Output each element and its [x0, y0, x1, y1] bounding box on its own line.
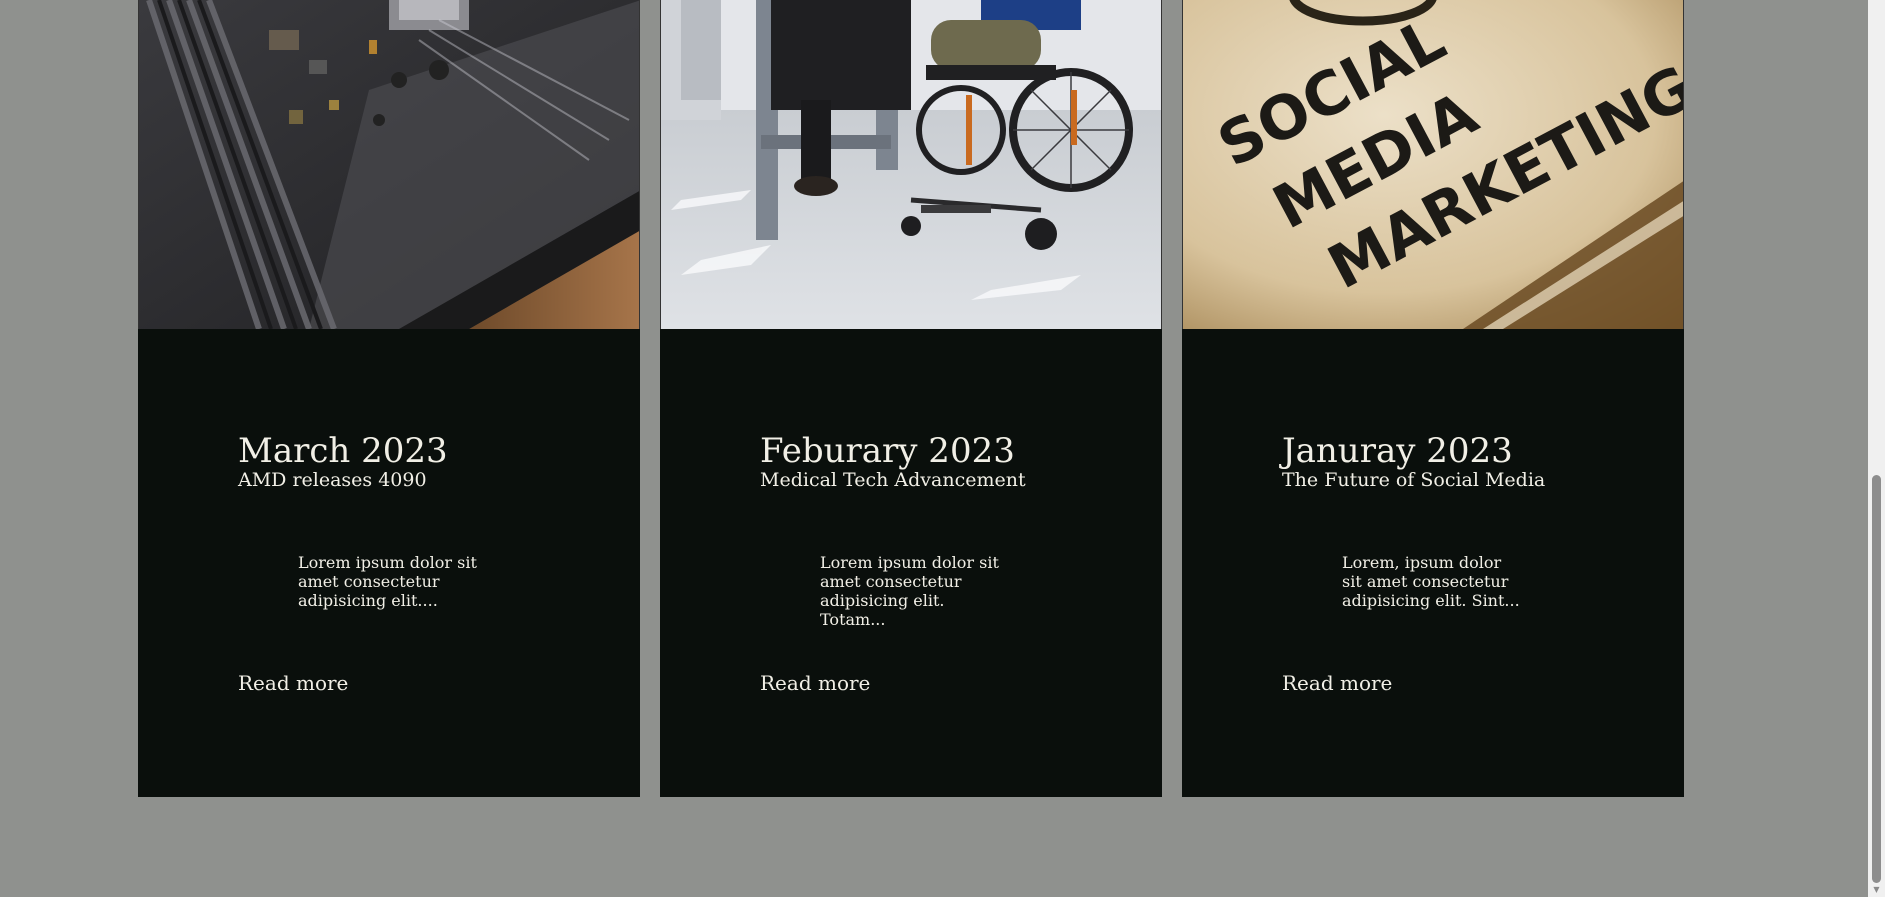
card-body: March 2023 AMD releases 4090 Lorem ipsum… [138, 329, 640, 797]
card-excerpt: Lorem, ipsum dolor sit amet consectetur … [1342, 553, 1520, 610]
card-body: Feburary 2023 Medical Tech Advancement L… [660, 329, 1162, 797]
scroll-down-arrow-icon[interactable]: ▼ [1868, 883, 1885, 897]
card-image-wheelchair [660, 0, 1162, 329]
card-excerpt: Lorem ipsum dolor sit amet consectetur a… [820, 553, 999, 629]
card-image-social-media: SOCIAL MEDIA MARKETING [1182, 0, 1684, 329]
wheelchair-photo [661, 0, 1161, 329]
news-card-february: Feburary 2023 Medical Tech Advancement L… [660, 0, 1162, 797]
news-card-march: March 2023 AMD releases 4090 Lorem ipsum… [138, 0, 640, 797]
card-date: Feburary 2023 [760, 431, 1015, 471]
news-card-january: SOCIAL MEDIA MARKETING Januray 2023 The … [1182, 0, 1684, 797]
card-date: Januray 2023 [1282, 431, 1513, 471]
card-date: March 2023 [238, 431, 448, 471]
card-image-motherboard [138, 0, 640, 329]
card-title: The Future of Social Media [1282, 469, 1546, 491]
scroll-thumb[interactable] [1872, 475, 1881, 883]
social-media-marketing-photo: SOCIAL MEDIA MARKETING [1183, 0, 1683, 329]
card-excerpt: Lorem ipsum dolor sit amet consectetur a… [298, 553, 477, 610]
card-title: Medical Tech Advancement [760, 469, 1026, 491]
vertical-scrollbar[interactable]: ▼ [1868, 0, 1885, 897]
motherboard-photo [139, 0, 639, 329]
card-grid: March 2023 AMD releases 4090 Lorem ipsum… [138, 0, 1684, 797]
card-body: Januray 2023 The Future of Social Media … [1182, 329, 1684, 797]
card-title: AMD releases 4090 [238, 469, 427, 491]
page: March 2023 AMD releases 4090 Lorem ipsum… [0, 0, 1885, 897]
read-more-link[interactable]: Read more [1282, 671, 1392, 695]
read-more-link[interactable]: Read more [238, 671, 348, 695]
read-more-link[interactable]: Read more [760, 671, 870, 695]
